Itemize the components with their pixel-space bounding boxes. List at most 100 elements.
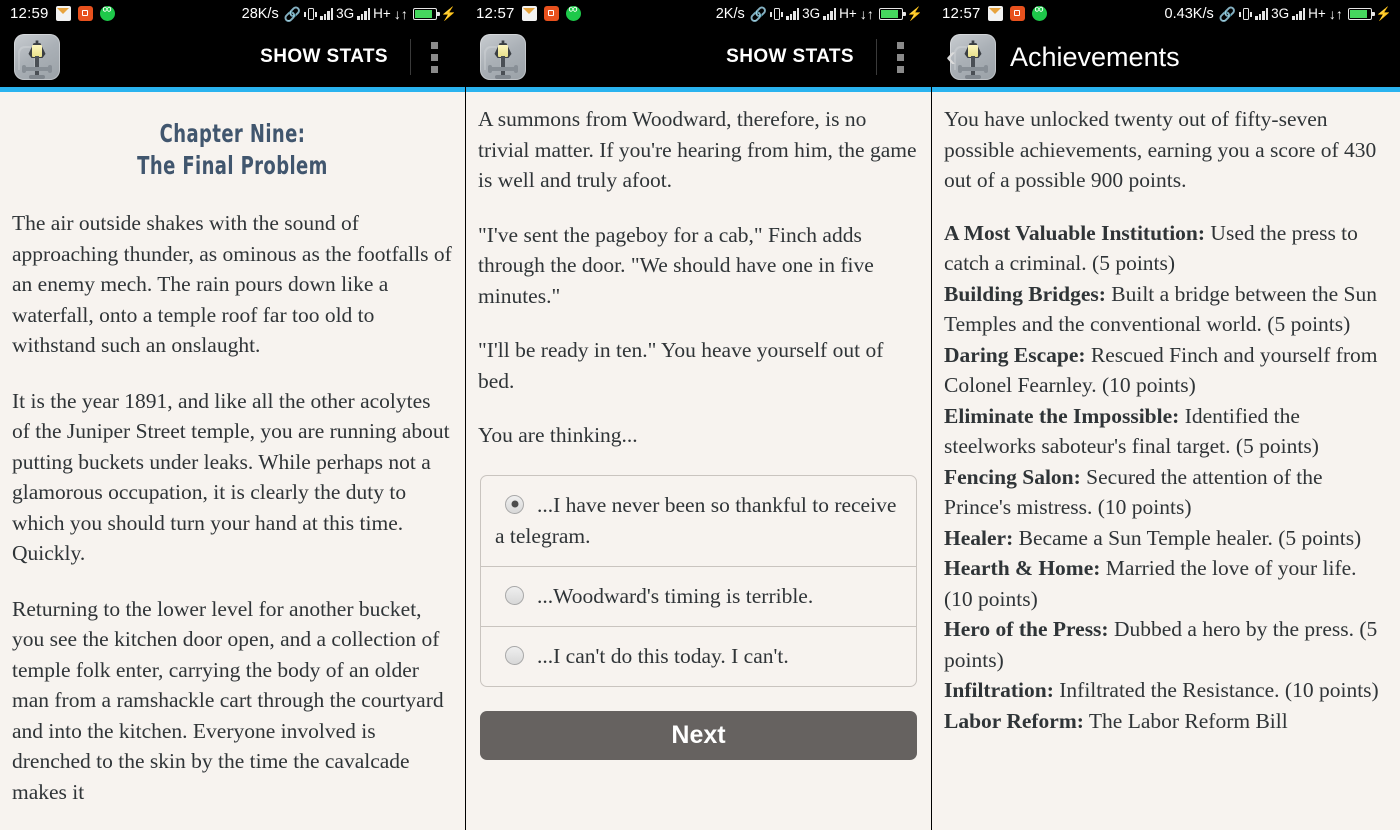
streetlamp-icon[interactable]: [950, 34, 996, 80]
streetlamp-icon[interactable]: [480, 34, 526, 80]
story-paragraph: "I'll be ready in ten." You heave yourse…: [478, 338, 884, 393]
status-right: 0.43K/s 🔗 3G H+ ↓↑ ⚡: [1165, 6, 1392, 22]
network-type-label: 3G: [336, 6, 355, 21]
status-bar: 12:59 28K/s 🔗 3G H+ ↓↑ ⚡: [0, 0, 465, 27]
radio-button-icon[interactable]: [505, 585, 524, 605]
status-bar: 12:57 0.43K/s 🔗 3G H+ ↓↑ ⚡: [932, 0, 1400, 27]
choice-label: ...Woodward's timing is terrible.: [537, 583, 814, 608]
vibrate-icon: [304, 7, 318, 21]
hsdpa-label: H+: [839, 6, 857, 21]
status-clock: 12:57: [942, 5, 981, 22]
hsdpa-label: H+: [373, 6, 391, 21]
data-transfer-icon: ↓↑: [1328, 5, 1343, 22]
charging-icon: ⚡: [906, 5, 923, 21]
achievement-item: Labor Reform: The Labor Reform Bill: [944, 706, 1388, 737]
achievement-name: Hearth & Home:: [944, 556, 1101, 580]
radio-button-icon[interactable]: [505, 645, 524, 665]
status-left: 12:57: [476, 1, 581, 22]
achievement-item: Healer: Became a Sun Temple healer. (5 p…: [944, 523, 1388, 554]
battery-icon: [1347, 7, 1375, 20]
choice-option[interactable]: ...Woodward's timing is terrible.: [481, 567, 916, 627]
vibrate-icon: [1239, 7, 1253, 21]
achievement-item: Hero of the Press: Dubbed a hero by the …: [944, 614, 1388, 675]
story-prompt: You are thinking...: [478, 423, 638, 447]
achievement-desc: Infiltrated the Resistance. (10 points): [1053, 678, 1379, 702]
choice-list: ...I have never been so thankful to rece…: [480, 474, 917, 687]
mail-icon: [55, 6, 71, 21]
kebab-menu-icon[interactable]: [877, 41, 921, 73]
story-paragraph: Returning to the lower level for another…: [12, 596, 444, 804]
achievement-name: Daring Escape:: [944, 342, 1086, 367]
achievement-desc: The Labor Reform Bill: [1083, 708, 1288, 733]
story-paragraph: "I've sent the pageboy for a cab," Finch…: [478, 222, 874, 308]
network-type-label: 3G: [1271, 6, 1290, 21]
achievement-name: Hero of the Press:: [944, 617, 1109, 641]
streetlamp-icon[interactable]: [14, 34, 60, 80]
choice-option[interactable]: ...I have never been so thankful to rece…: [481, 476, 916, 567]
status-right: 28K/s 🔗 3G H+ ↓↑ ⚡: [242, 6, 457, 22]
signal-bars-2-icon: [823, 7, 837, 20]
achievement-list: A Most Valuable Institution: Used the pr…: [944, 218, 1388, 737]
status-left: 12:59: [10, 1, 115, 22]
choice-option[interactable]: ...I can't do this today. I can't.: [481, 627, 916, 686]
story-content: A summons from Woodward, therefore, is n…: [466, 92, 931, 830]
show-stats-button[interactable]: SHOW STATS: [726, 46, 876, 68]
status-clock: 12:57: [476, 5, 515, 22]
achievement-name: Building Bridges:: [944, 281, 1106, 306]
link-notification-icon: [565, 1, 581, 21]
battery-icon: [412, 7, 440, 20]
story-paragraph: It is the year 1891, and like all the ot…: [12, 388, 450, 566]
link-icon: 🔗: [749, 5, 768, 22]
achievement-item: Building Bridges: Built a bridge between…: [944, 279, 1388, 340]
app-toolbar: ‹ Achievements: [932, 27, 1400, 87]
signal-bars-2-icon: [1292, 7, 1306, 20]
link-notification-icon: [1031, 1, 1047, 21]
app-notification-icon: [543, 6, 559, 21]
vibrate-icon: [770, 7, 784, 21]
achievement-item: Hearth & Home: Married the love of your …: [944, 553, 1388, 614]
mail-icon: [987, 6, 1003, 21]
choice-label: ...I have never been so thankful to rece…: [495, 492, 897, 548]
charging-icon: ⚡: [440, 5, 457, 21]
app-toolbar: SHOW STATS: [466, 27, 931, 87]
panel-story-choices: 12:57 2K/s 🔗 3G H+ ↓↑ ⚡: [466, 0, 932, 830]
page-title: Chapter Nine: The Final Problem: [56, 118, 409, 182]
network-speed: 28K/s: [241, 5, 279, 22]
status-right: 2K/s 🔗 3G H+ ↓↑ ⚡: [716, 6, 923, 22]
kebab-menu-icon[interactable]: [411, 41, 455, 73]
panel-achievements: 12:57 0.43K/s 🔗 3G H+ ↓↑ ⚡ ‹: [932, 0, 1400, 830]
next-button[interactable]: Next: [480, 710, 917, 760]
network-speed: 2K/s: [715, 5, 745, 22]
achievement-name: A Most Valuable Institution:: [944, 220, 1206, 245]
app-notification-icon: [1009, 6, 1025, 21]
achievement-name: Labor Reform:: [944, 708, 1084, 733]
chapter-title-line2: The Final Problem: [137, 151, 328, 180]
panel-story-chapter: 12:59 28K/s 🔗 3G H+ ↓↑ ⚡: [0, 0, 466, 830]
link-icon: 🔗: [1218, 5, 1237, 22]
chapter-title-line1: Chapter Nine:: [159, 119, 306, 148]
achievement-item: Eliminate the Impossible: Identified the…: [944, 401, 1388, 462]
signal-bars-1-icon: [320, 7, 334, 20]
data-transfer-icon: ↓↑: [859, 5, 874, 22]
screenshot-root: 12:59 28K/s 🔗 3G H+ ↓↑ ⚡: [0, 0, 1400, 830]
show-stats-button[interactable]: SHOW STATS: [260, 46, 410, 68]
charging-icon: ⚡: [1375, 5, 1392, 21]
link-notification-icon: [99, 1, 115, 21]
status-left: 12:57: [942, 1, 1047, 22]
signal-bars-2-icon: [357, 7, 371, 20]
network-speed: 0.43K/s: [1164, 5, 1214, 22]
achievement-summary: You have unlocked twenty out of fifty-se…: [944, 107, 1377, 192]
achievements-content: You have unlocked twenty out of fifty-se…: [932, 92, 1400, 830]
signal-bars-1-icon: [1255, 7, 1269, 20]
radio-button-icon[interactable]: [505, 494, 524, 514]
network-type-label: 3G: [802, 6, 821, 21]
achievement-name: Infiltration:: [944, 678, 1054, 702]
achievement-item: Infiltration: Infiltrated the Resistance…: [944, 675, 1388, 706]
signal-bars-1-icon: [786, 7, 800, 20]
back-chevron-icon[interactable]: ‹: [946, 42, 956, 72]
story-paragraph: A summons from Woodward, therefore, is n…: [478, 107, 917, 192]
link-icon: 🔗: [283, 5, 302, 22]
story-content: Chapter Nine: The Final Problem The air …: [0, 92, 465, 830]
app-notification-icon: [77, 6, 93, 21]
achievement-name: Fencing Salon:: [944, 464, 1081, 489]
